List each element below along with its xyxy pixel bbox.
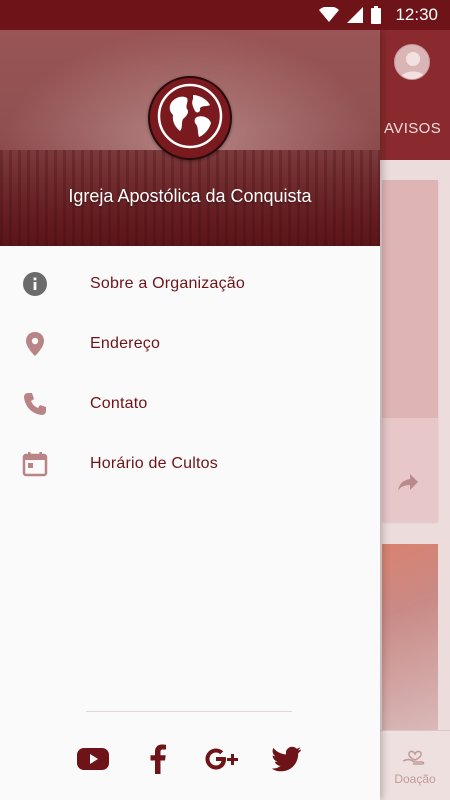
menu-item-address[interactable]: Endereço xyxy=(0,314,380,374)
google-plus-icon[interactable] xyxy=(205,742,239,776)
organization-name: Igreja Apostólica da Conquista xyxy=(68,186,312,206)
youtube-icon[interactable] xyxy=(76,742,110,776)
news-card-image-2[interactable] xyxy=(382,544,438,730)
clock: 12:30 xyxy=(395,5,438,24)
menu-item-service-times-label: Horário de Cultos xyxy=(90,455,218,472)
phone-icon xyxy=(0,391,90,417)
cell-signal-icon xyxy=(347,7,364,23)
social-divider xyxy=(86,711,292,712)
calendar-icon xyxy=(0,451,90,477)
location-pin-icon xyxy=(0,331,90,357)
navigation-drawer: Igreja Apostólica da Conquista Sobre a O… xyxy=(0,30,380,800)
menu-item-service-times[interactable]: Horário de Cultos xyxy=(0,434,380,494)
globe-icon xyxy=(157,83,223,154)
menu-item-about-label: Sobre a Organização xyxy=(90,275,246,292)
twitter-icon[interactable] xyxy=(270,742,304,776)
news-card[interactable] xyxy=(382,180,438,522)
menu-item-about[interactable]: Sobre a Organização xyxy=(0,254,380,314)
info-icon xyxy=(0,271,90,297)
menu-item-contact-label: Contato xyxy=(90,395,148,412)
donation-heart-hand-icon xyxy=(401,745,429,770)
share-icon[interactable] xyxy=(396,472,420,497)
menu-item-address-label: Endereço xyxy=(90,335,161,352)
tab-avisos[interactable]: AVISOS xyxy=(384,120,441,137)
drawer-header: Igreja Apostólica da Conquista xyxy=(0,30,380,246)
bottom-nav-donation[interactable]: Doação xyxy=(380,730,450,800)
organization-logo xyxy=(148,76,232,160)
bottom-nav-donation-label: Doação xyxy=(394,772,436,786)
menu-item-contact[interactable]: Contato xyxy=(0,374,380,434)
social-links xyxy=(0,742,380,776)
drawer-menu: Sobre a Organização Endereço Contato Hor… xyxy=(0,254,380,494)
status-bar: 12:30 xyxy=(0,0,450,30)
battery-icon xyxy=(371,6,382,24)
user-avatar[interactable] xyxy=(394,44,430,80)
facebook-icon[interactable] xyxy=(141,742,175,776)
wifi-icon xyxy=(319,7,340,23)
news-card-image xyxy=(382,180,438,418)
